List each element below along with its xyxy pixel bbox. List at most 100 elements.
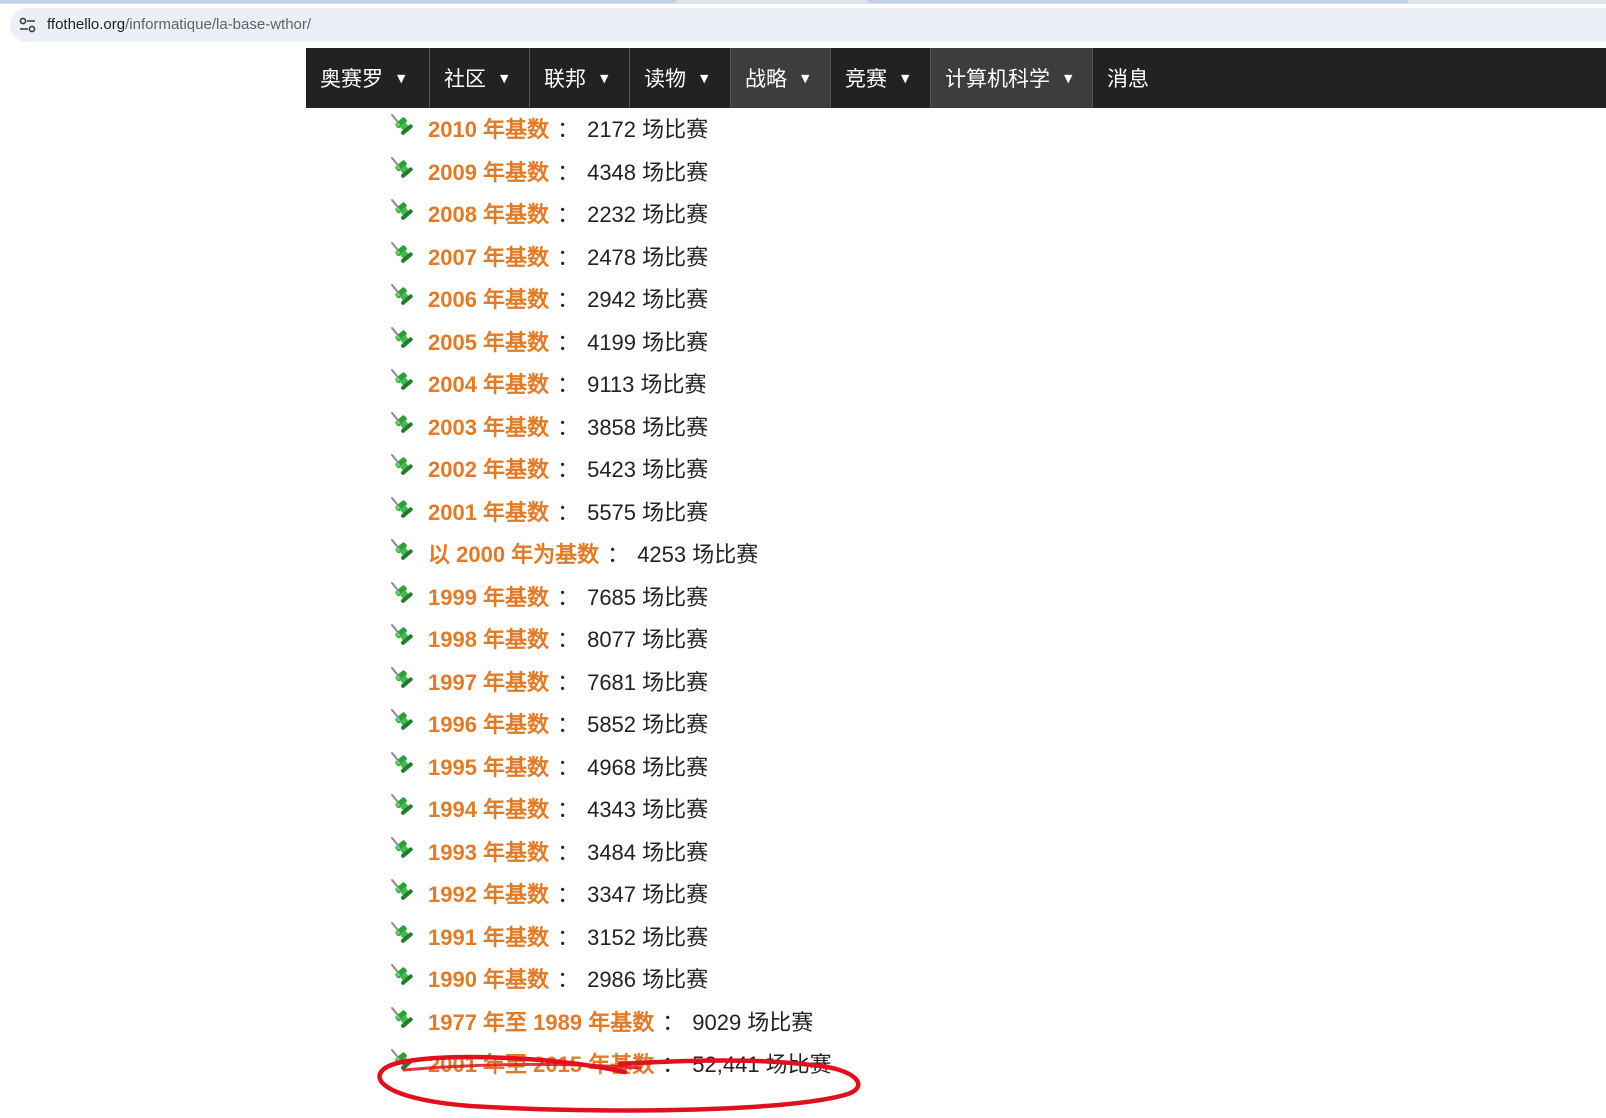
game-count: 4253 场比赛	[637, 542, 759, 567]
nav-item-1[interactable]: 奥赛罗 ▼	[306, 48, 430, 108]
url-host: ffothello.org	[47, 16, 126, 33]
game-count: 8077 场比赛	[587, 627, 709, 652]
game-count: 4343 场比赛	[587, 797, 709, 822]
nav-item-7[interactable]: 计算机科学 ▼	[931, 48, 1093, 108]
dropdown-arrow-icon: ▼	[700, 71, 709, 85]
green-pushpin-icon	[386, 323, 416, 353]
nav-item-label: 战略	[745, 67, 787, 91]
separator: ：	[557, 627, 580, 652]
list-item-text: 1997 年基数 ： 7681 场比赛	[428, 669, 708, 697]
database-link[interactable]: 2001 年至 2015 年基数	[428, 1052, 654, 1077]
database-link[interactable]: 1994 年基数	[428, 797, 549, 822]
list-item-text: 1993 年基数 ： 3484 场比赛	[428, 839, 708, 867]
list-item-text: 1995 年基数 ： 4968 场比赛	[428, 754, 708, 782]
database-link[interactable]: 2005 年基数	[428, 330, 549, 355]
database-link[interactable]: 2003 年基数	[428, 415, 549, 440]
database-link[interactable]: 2009 年基数	[428, 160, 549, 185]
tab-indicator	[0, 0, 676, 3]
nav-item-8[interactable]: 消息	[1093, 48, 1203, 108]
database-link[interactable]: 1999 年基数	[428, 585, 549, 610]
database-link[interactable]: 1991 年基数	[428, 925, 549, 950]
green-pushpin-icon	[386, 238, 416, 268]
database-link[interactable]: 2006 年基数	[428, 287, 549, 312]
separator: ：	[557, 372, 580, 397]
nav-item-2[interactable]: 社区 ▼	[430, 48, 530, 108]
database-link[interactable]: 1995 年基数	[428, 755, 549, 780]
list-item-text: 2001 年至 2015 年基数 ： 52,441 场比赛	[428, 1051, 832, 1079]
separator: ：	[557, 712, 580, 737]
game-count: 2986 场比赛	[587, 967, 709, 992]
list-item-text: 1999 年基数 ： 7685 场比赛	[428, 584, 708, 612]
game-count: 3152 场比赛	[587, 924, 709, 950]
separator: ：	[662, 1009, 685, 1035]
green-pushpin-icon	[386, 705, 416, 735]
separator: ：	[557, 839, 580, 865]
url-path: /informatique/la-base-wthor/	[125, 16, 312, 33]
game-count: 2478 场比赛	[587, 244, 709, 270]
database-link[interactable]: 1997 年基数	[428, 670, 549, 695]
separator: ：	[557, 414, 580, 440]
green-pushpin-icon	[386, 918, 416, 948]
database-link[interactable]: 1990 年基数	[428, 967, 549, 992]
list-item-text: 2010 年基数 ： 2172 场比赛	[428, 116, 708, 144]
database-link[interactable]: 2010 年基数	[428, 117, 549, 142]
database-link[interactable]: 1992 年基数	[428, 882, 549, 907]
game-count: 2232 场比赛	[587, 202, 709, 227]
green-pushpin-icon	[386, 280, 416, 310]
green-pushpin-icon	[386, 960, 416, 990]
database-link[interactable]: 1993 年基数	[428, 840, 549, 865]
address-bar[interactable]: ffothello.org/informatique/la-base-wthor…	[10, 8, 1606, 42]
nav-item-label: 计算机科学	[945, 67, 1050, 91]
green-pushpin-icon	[386, 153, 416, 183]
list-item-text: 2007 年基数 ： 2478 场比赛	[428, 244, 708, 272]
nav-item-3[interactable]: 联邦 ▼	[530, 48, 630, 108]
tune-icon[interactable]	[18, 16, 38, 34]
green-pushpin-icon	[386, 663, 416, 693]
game-count: 4968 场比赛	[587, 754, 709, 780]
separator: ：	[557, 457, 580, 482]
dropdown-arrow-icon: ▼	[500, 71, 509, 85]
green-pushpin-icon	[386, 365, 416, 395]
database-link[interactable]: 1996 年基数	[428, 712, 549, 737]
game-count: 2172 场比赛	[587, 117, 709, 142]
game-count: 9113 场比赛	[587, 372, 707, 397]
list-item-text: 以 2000 年为基数 ： 4253 场比赛	[428, 541, 758, 569]
game-count: 5423 场比赛	[587, 457, 709, 482]
nav-item-label: 竞赛	[845, 67, 887, 91]
separator: ：	[557, 669, 580, 695]
database-link[interactable]: 1977 年至 1989 年基数	[428, 1010, 654, 1035]
green-pushpin-icon	[386, 790, 416, 820]
nav-item-label: 奥赛罗	[320, 67, 383, 91]
database-link[interactable]: 2002 年基数	[428, 457, 549, 482]
game-count: 3484 场比赛	[587, 839, 709, 865]
separator: ：	[557, 244, 580, 270]
database-link[interactable]: 以 2000 年为基数	[428, 542, 599, 567]
database-link[interactable]: 2007 年基数	[428, 245, 549, 270]
database-link[interactable]: 2008 年基数	[428, 202, 549, 227]
separator: ：	[557, 159, 580, 185]
separator: ：	[557, 754, 580, 780]
nav-item-label: 社区	[444, 67, 486, 91]
separator: ：	[607, 542, 630, 567]
list-item-text: 1998 年基数 ： 8077 场比赛	[428, 626, 708, 654]
list-item-text: 2004 年基数 ： 9113 场比赛	[428, 371, 707, 399]
database-link[interactable]: 2001 年基数	[428, 500, 549, 525]
green-pushpin-icon	[386, 578, 416, 608]
nav-item-label: 消息	[1107, 67, 1149, 91]
separator: ：	[662, 1052, 685, 1077]
separator: ：	[557, 499, 580, 525]
game-count: 7685 场比赛	[587, 584, 709, 610]
list-item-text: 1977 年至 1989 年基数 ： 9029 场比赛	[428, 1009, 813, 1037]
nav-item-4[interactable]: 读物 ▼	[630, 48, 731, 108]
game-count: 4348 场比赛	[587, 159, 709, 185]
nav-item-5[interactable]: 战略 ▼	[731, 48, 831, 108]
separator: ：	[557, 117, 580, 142]
nav-item-6[interactable]: 竞赛 ▼	[831, 48, 931, 108]
dropdown-arrow-icon: ▼	[397, 71, 406, 85]
database-link[interactable]: 1998 年基数	[428, 627, 549, 652]
game-count: 9029 场比赛	[692, 1009, 814, 1035]
url-text[interactable]: ffothello.org/informatique/la-base-wthor…	[47, 16, 311, 34]
database-link[interactable]: 2004 年基数	[428, 372, 549, 397]
green-pushpin-icon	[386, 493, 416, 523]
list-item-text: 2002 年基数 ： 5423 场比赛	[428, 456, 708, 484]
